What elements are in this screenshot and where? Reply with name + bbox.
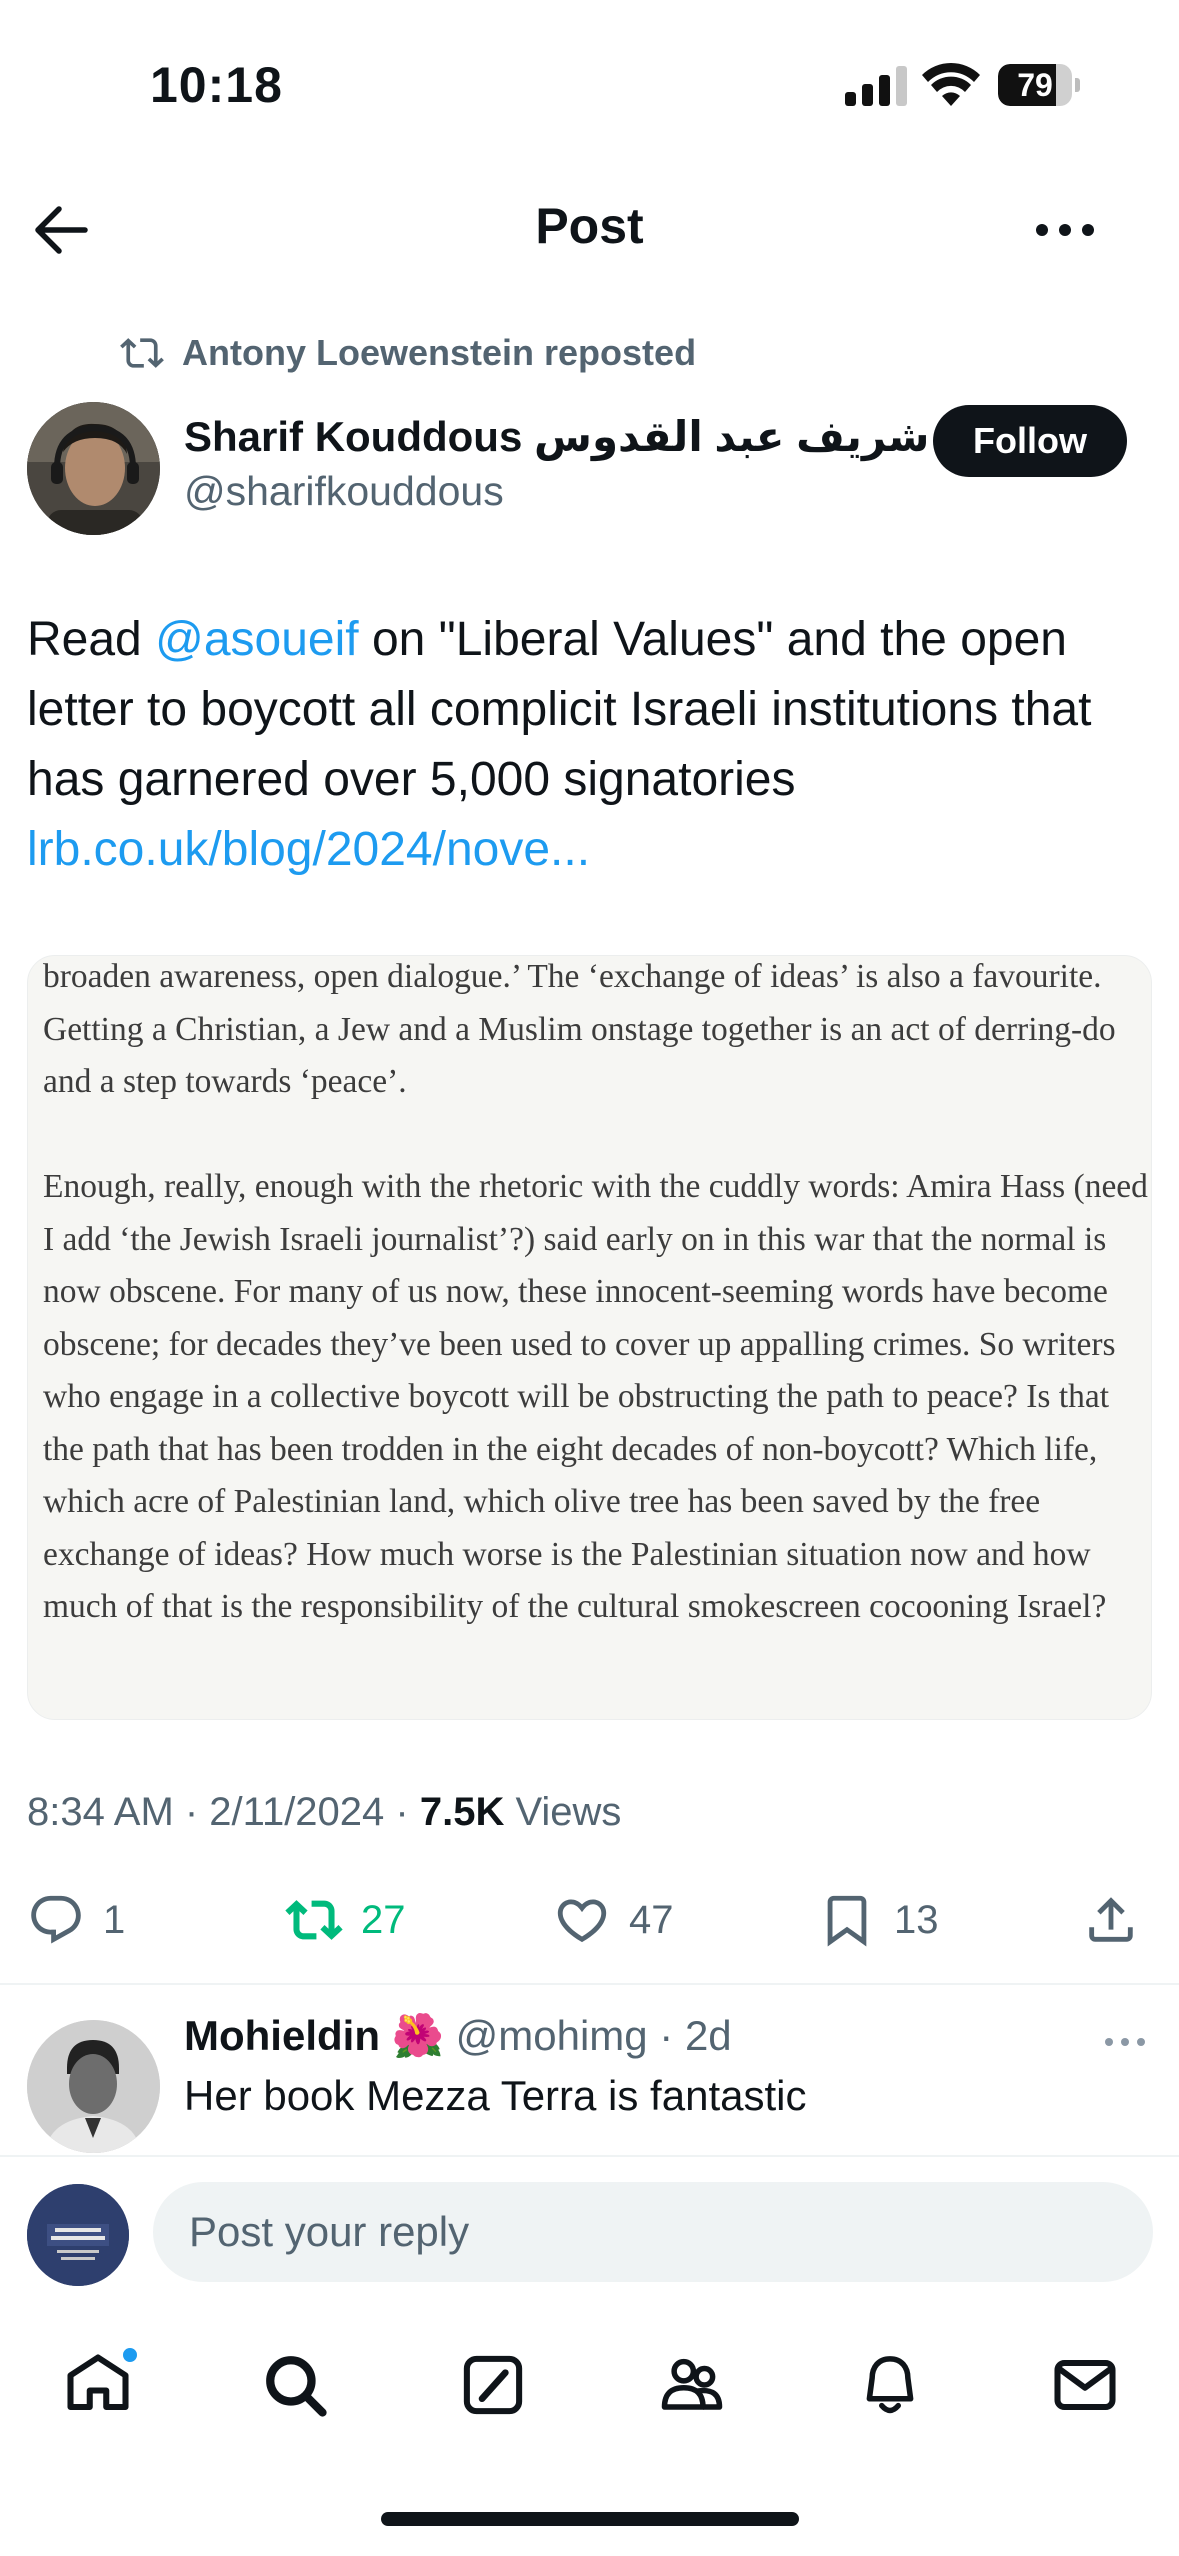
nav-home[interactable] — [58, 2345, 140, 2425]
action-bar: 1 27 47 13 — [0, 1880, 1179, 1960]
repost-button[interactable]: 27 — [285, 1880, 406, 1960]
repost-label: Antony Loewenstein reposted — [182, 332, 697, 373]
home-indicator — [381, 2512, 799, 2526]
bookmark-count: 13 — [894, 1897, 939, 1942]
wifi-icon — [922, 62, 980, 106]
communities-icon — [661, 2358, 723, 2410]
home-icon — [67, 2354, 129, 2411]
battery-indicator: 79 — [998, 64, 1080, 106]
reply-count: 1 — [103, 1897, 126, 1942]
cellular-signal-icon — [845, 66, 907, 106]
status-bar: 10:18 79 — [0, 0, 1179, 175]
share-button[interactable] — [1082, 1880, 1158, 1960]
grok-icon — [463, 2355, 523, 2415]
page-title: Post — [535, 198, 644, 254]
reply-more-button[interactable] — [1095, 2022, 1155, 2062]
article-link[interactable]: lrb.co.uk/blog/2024/nove... — [27, 823, 590, 876]
notification-dot — [120, 2345, 140, 2365]
like-button[interactable]: 47 — [553, 1880, 674, 1960]
excerpt-paragraph-1: broaden awareness, open dialogue.’ The ‘… — [43, 958, 1116, 1100]
bell-icon — [866, 2356, 914, 2414]
author-handle[interactable]: @sharifkouddous — [184, 468, 504, 515]
image-excerpt: broaden awareness, open dialogue.’ The ‘… — [43, 956, 1151, 1686]
bottom-navigation — [0, 2305, 1179, 2455]
like-count: 47 — [629, 1897, 674, 1942]
repost-count: 27 — [361, 1897, 406, 1942]
status-time: 10:18 — [150, 57, 283, 113]
post-header: Post — [0, 175, 1179, 285]
excerpt-paragraph-2: Enough, really, enough with the rhetoric… — [43, 1168, 1148, 1625]
reply-compose-bar — [0, 2155, 1179, 2297]
views-label: Views — [504, 1790, 622, 1834]
share-icon — [1089, 1897, 1133, 1942]
reply-input[interactable] — [153, 2182, 1153, 2282]
avatar-photo — [27, 2020, 160, 2153]
reply-author-name[interactable]: Mohieldin 🌺 — [184, 2012, 444, 2059]
avatar-photo — [27, 2184, 129, 2286]
reply-handle-time: @mohimg · 2d — [443, 2012, 732, 2059]
search-icon — [266, 2356, 327, 2417]
reply-header: Mohieldin 🌺 @mohimg · 2d — [184, 2012, 732, 2061]
more-icon — [1036, 224, 1094, 236]
repost-context[interactable]: Antony Loewenstein reposted — [120, 330, 696, 376]
post-timestamp: 8:34 AM · 2/11/2024 · — [27, 1790, 420, 1834]
nav-grok[interactable] — [453, 2345, 533, 2425]
author-avatar[interactable] — [27, 402, 160, 535]
retweet-icon — [285, 1900, 343, 1940]
bookmark-button[interactable]: 13 — [818, 1880, 939, 1960]
reply-icon — [31, 1895, 81, 1944]
nav-messages[interactable] — [1045, 2345, 1125, 2425]
retweet-icon — [120, 338, 164, 368]
tweet-image[interactable]: broaden awareness, open dialogue.’ The ‘… — [27, 955, 1152, 1720]
more-icon — [1105, 2038, 1145, 2046]
follow-button[interactable]: Follow — [933, 405, 1127, 477]
heart-icon — [557, 1899, 607, 1943]
nav-search[interactable] — [255, 2345, 335, 2425]
nav-communities[interactable] — [652, 2345, 732, 2425]
tweet-text: Read @asoueif on "Liberal Values" and th… — [27, 605, 1157, 885]
views-count: 7.5K — [419, 1790, 505, 1834]
divider — [0, 1983, 1179, 1985]
mail-icon — [1054, 2359, 1116, 2411]
reply-button[interactable]: 1 — [27, 1880, 125, 1960]
nav-notifications[interactable] — [850, 2345, 930, 2425]
more-options-button[interactable] — [1030, 205, 1100, 255]
battery-percent: 79 — [1017, 67, 1053, 103]
reply-text: Her book Mezza Terra is fantastic — [184, 2072, 807, 2119]
user-avatar[interactable] — [27, 2184, 129, 2286]
author-name[interactable]: Sharif Kouddous شريف عبد القدوس — [184, 412, 929, 461]
bookmark-icon — [827, 1895, 867, 1947]
post-meta: 8:34 AM · 2/11/2024 · 7.5K Views — [27, 1790, 621, 1835]
reply-avatar[interactable] — [27, 2020, 160, 2153]
mention-link[interactable]: @asoueif — [155, 613, 359, 666]
tweet-text-part: Read — [27, 613, 156, 666]
avatar-photo — [27, 402, 160, 535]
